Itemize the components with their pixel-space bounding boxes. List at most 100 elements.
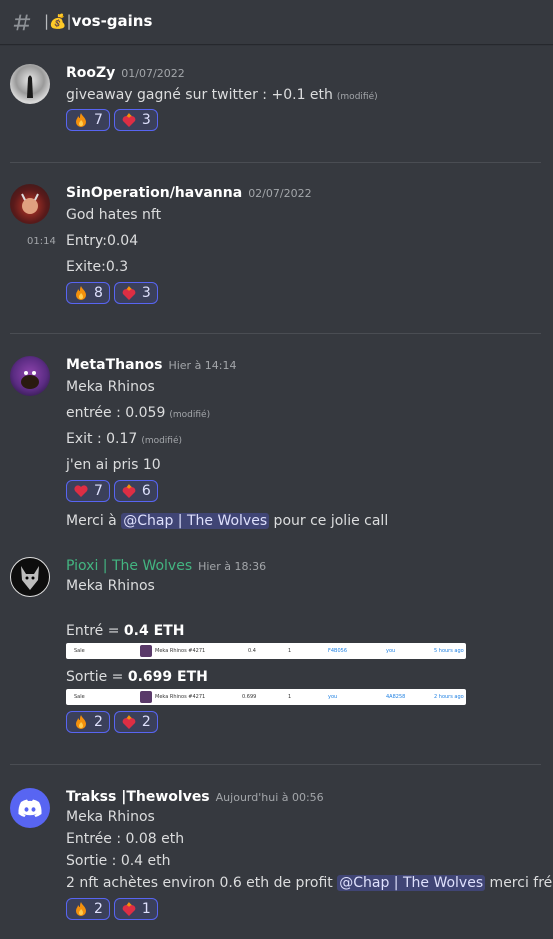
tx-from[interactable]: you (328, 694, 337, 700)
reaction-fire-heart[interactable]: 1 (113, 898, 158, 920)
reactions: 2 1 (66, 898, 158, 920)
reaction-count: 1 (141, 901, 151, 917)
channel-name: vos-gains (71, 12, 153, 30)
fire-icon (76, 715, 86, 729)
message-line: Entry:0.04 (66, 233, 139, 249)
message-text: 2 nft achètes environ 0.6 eth de profit … (66, 874, 553, 892)
tx-to[interactable]: 4A8258 (386, 694, 405, 700)
avatar[interactable] (10, 356, 50, 396)
tx-to[interactable]: you (386, 648, 395, 654)
message-text-part: pour ce jolie call (269, 513, 389, 529)
exit-value: 0.699 ETH (127, 669, 208, 685)
message-line: j'en ai pris 10 (66, 457, 161, 473)
user-mention[interactable]: @Chap | The Wolves (337, 875, 486, 891)
tx-type: Sale (74, 694, 85, 700)
reaction-fire-heart[interactable]: 3 (113, 282, 158, 304)
avatar[interactable] (10, 64, 50, 104)
timestamp: 02/07/2022 (248, 187, 312, 200)
tx-type: Sale (74, 648, 85, 654)
author-name[interactable]: RooZy (66, 65, 115, 81)
nft-thumbnail (140, 691, 152, 703)
username[interactable]: MetaThanos Hier à 14:14 (66, 356, 237, 375)
money-bag-icon: 💰 (49, 14, 67, 30)
heart-on-fire-icon (122, 113, 136, 127)
message-line: Exite:0.3 (66, 259, 129, 275)
entry-label: Entré = (66, 623, 124, 639)
username[interactable]: SinOperation/havanna 02/07/2022 (66, 184, 312, 203)
tx-price: 0.699 (242, 694, 257, 700)
username[interactable]: RooZy 01/07/2022 (66, 64, 185, 83)
message-divider (10, 333, 541, 334)
author-name[interactable]: Pioxi | The Wolves (66, 558, 192, 574)
channel-title: |💰|vos-gains (44, 11, 152, 32)
message-text: giveaway gagné sur twitter : +0.1 eth (mo… (66, 86, 378, 106)
username[interactable]: Trakss |Thewolves Aujourd'hui à 00:56 (66, 788, 324, 807)
reaction-heart[interactable]: 7 (66, 480, 110, 502)
reaction-count: 7 (94, 483, 103, 499)
edited-label: (modifié) (169, 410, 211, 420)
author-name[interactable]: Trakss |Thewolves (66, 789, 210, 805)
message-line: God hates nft (66, 207, 162, 223)
tx-qty: 1 (288, 694, 292, 700)
edited-label: (modifié) (336, 92, 378, 102)
message-text-part: 2 nft achètes environ 0.6 eth de profit (66, 875, 338, 891)
heart-on-fire-icon (122, 286, 136, 300)
message-line: Meka Rhinos (66, 578, 155, 594)
reaction-fire[interactable]: 2 (66, 898, 110, 920)
reactions: 8 3 (66, 282, 158, 304)
heart-on-fire-icon (122, 902, 136, 916)
discord-logo-icon (18, 799, 42, 817)
tx-from[interactable]: F4B056 (328, 648, 347, 654)
reaction-count: 2 (94, 901, 103, 917)
entry-value: 0.4 ETH (123, 623, 185, 639)
message-text-part: merci frérot (489, 875, 553, 891)
message-text: Exit : 0.17 (modifié) (66, 430, 182, 450)
tx-age[interactable]: 5 hours ago (434, 648, 464, 654)
message-divider (10, 162, 541, 163)
message-line: Entrée : 0.08 eth (66, 831, 185, 847)
message-line: giveaway gagné sur twitter : +0.1 eth (66, 87, 333, 103)
reaction-count: 7 (94, 112, 103, 128)
tx-item: Meka Rhinos #4271 (155, 694, 206, 700)
user-mention[interactable]: @Chap | The Wolves (121, 513, 270, 529)
reaction-fire-heart[interactable]: 2 (113, 711, 158, 733)
tx-price: 0.4 (248, 648, 256, 654)
author-name[interactable]: MetaThanos (66, 357, 162, 373)
tx-item: Meka Rhinos #4271 (155, 648, 206, 654)
timestamp: Hier à 14:14 (168, 359, 237, 372)
avatar[interactable] (10, 184, 50, 224)
transaction-screenshot[interactable]: Sale Meka Rhinos #4271 0.699 1 you 4A825… (66, 689, 466, 705)
transaction-screenshot[interactable]: Sale Meka Rhinos #4271 0.4 1 F4B056 you … (66, 643, 466, 659)
timestamp: Hier à 18:36 (198, 560, 267, 573)
message-line: Meka Rhinos (66, 809, 155, 825)
message-text: Sortie = 0.699 ETH (66, 668, 208, 686)
avatar[interactable] (10, 788, 50, 828)
avatar[interactable] (10, 557, 50, 597)
fire-icon (76, 902, 86, 916)
message-line: Meka Rhinos (66, 379, 155, 395)
threads-hash-icon[interactable] (11, 11, 33, 33)
reaction-count: 8 (94, 285, 103, 301)
nft-thumbnail (140, 645, 152, 657)
tx-age[interactable]: 2 hours ago (434, 694, 464, 700)
avatar-face-icon (21, 371, 39, 389)
reaction-fire[interactable]: 7 (66, 109, 110, 131)
reaction-count: 2 (94, 714, 103, 730)
reaction-count: 2 (141, 714, 151, 730)
reaction-fire-heart[interactable]: 6 (113, 480, 158, 502)
reaction-fire[interactable]: 8 (66, 282, 110, 304)
timestamp: 01/07/2022 (121, 67, 185, 80)
reaction-fire[interactable]: 2 (66, 711, 110, 733)
author-name[interactable]: SinOperation/havanna (66, 185, 242, 201)
fire-icon (76, 113, 86, 127)
tx-qty: 1 (288, 648, 292, 654)
avatar-figure-icon (27, 75, 33, 98)
red-heart-icon (74, 485, 88, 497)
username[interactable]: Pioxi | The Wolves Hier à 18:36 (66, 557, 266, 576)
heart-on-fire-icon (122, 484, 136, 498)
reaction-fire-heart[interactable]: 3 (113, 109, 158, 131)
reaction-count: 3 (141, 112, 151, 128)
timestamp: Aujourd'hui à 00:56 (215, 791, 324, 804)
message-text-part: Merci à (66, 513, 122, 529)
reactions: 2 2 (66, 711, 158, 733)
